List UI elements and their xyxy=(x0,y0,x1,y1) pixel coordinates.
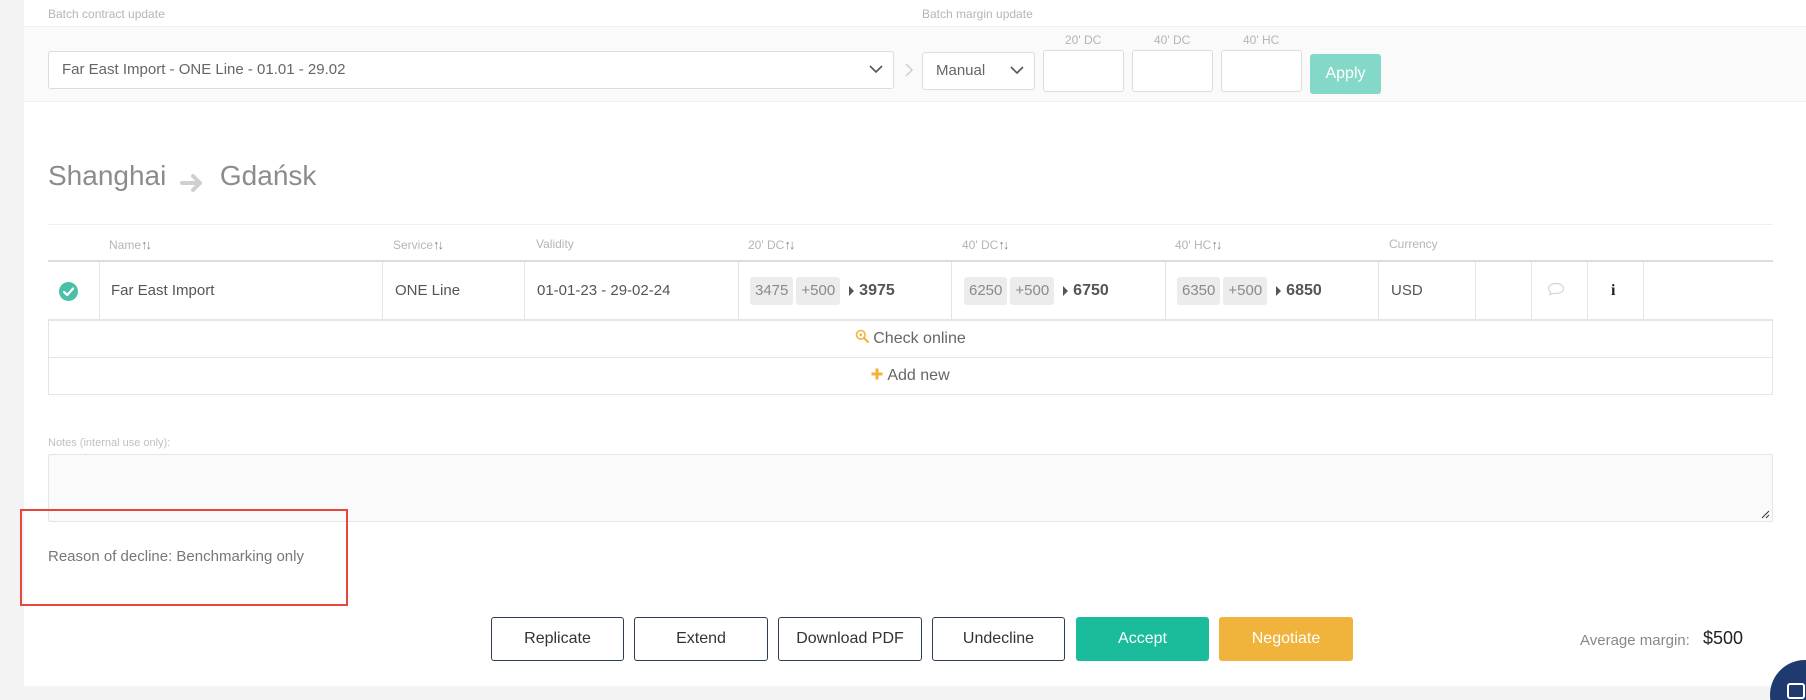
negotiate-button[interactable]: Negotiate xyxy=(1219,617,1353,661)
col-header-service[interactable]: Service↑↓ xyxy=(393,237,444,252)
route-origin: Shanghai xyxy=(48,160,167,191)
download-pdf-button[interactable]: Download PDF xyxy=(778,617,922,661)
check-circle-icon[interactable] xyxy=(59,282,78,301)
margin-chip[interactable]: +500 xyxy=(796,277,841,306)
col-header-validity: Validity xyxy=(536,237,574,251)
row-validity: 01-01-23 - 29-02-24 xyxy=(537,282,671,299)
chat-icon xyxy=(1787,683,1805,699)
check-online-row[interactable]: Check online xyxy=(48,320,1773,358)
row-rate-40hc: 6350 +500 6850 xyxy=(1177,262,1322,320)
row-rate-20dc: 3475 +500 3975 xyxy=(750,262,895,320)
total-rate: 6850 xyxy=(1286,282,1322,300)
info-icon[interactable]: i xyxy=(1611,262,1615,320)
comment-icon[interactable] xyxy=(1547,282,1565,300)
row-rate-40dc: 6250 +500 6750 xyxy=(964,262,1109,320)
table-row: Far East Import ONE Line 01-01-23 - 29-0… xyxy=(48,262,1773,320)
average-margin-value: $500 xyxy=(1703,628,1744,648)
resize-handle-icon[interactable] xyxy=(1760,509,1770,519)
triangle-right-icon xyxy=(849,286,855,297)
col-header-currency: Currency xyxy=(1389,237,1438,251)
sort-icon: ↑↓ xyxy=(141,237,152,252)
margin-input-40dc[interactable] xyxy=(1132,50,1213,92)
undecline-button[interactable]: Undecline xyxy=(932,617,1065,661)
sort-icon: ↑↓ xyxy=(1211,237,1222,252)
triangle-right-icon xyxy=(1276,286,1282,297)
margin-chip[interactable]: +500 xyxy=(1223,277,1268,306)
route-destination: Gdańsk xyxy=(219,160,317,191)
contract-select-value: Far East Import - ONE Line - 01.01 - 29.… xyxy=(62,61,346,78)
margin-mode-value: Manual xyxy=(936,62,986,79)
plus-icon xyxy=(871,358,883,394)
contract-select[interactable]: Far East Import - ONE Line - 01.01 - 29.… xyxy=(48,51,894,89)
col-header-20dc[interactable]: 20' DC↑↓ xyxy=(748,237,795,252)
batch-col-label-40dc: 40' DC xyxy=(1154,33,1191,47)
check-online-label: Check online xyxy=(873,330,966,348)
accept-button[interactable]: Accept xyxy=(1076,617,1209,661)
batch-margin-label: Batch margin update xyxy=(922,7,1033,21)
triangle-right-icon xyxy=(1063,286,1069,297)
margin-chip[interactable]: +500 xyxy=(1010,277,1055,306)
add-new-row[interactable]: Add new xyxy=(48,357,1773,395)
replicate-button[interactable]: Replicate xyxy=(491,617,624,661)
sort-icon: ↑↓ xyxy=(433,237,444,252)
apply-button[interactable]: Apply xyxy=(1310,54,1381,94)
margin-input-40hc[interactable] xyxy=(1221,50,1302,92)
total-rate: 6750 xyxy=(1073,282,1109,300)
batch-col-label-20dc: 20' DC xyxy=(1065,33,1102,47)
search-icon xyxy=(855,321,870,357)
batch-col-label-40hc: 40' HC xyxy=(1243,33,1280,47)
col-header-40dc[interactable]: 40' DC↑↓ xyxy=(962,237,1009,252)
total-rate: 3975 xyxy=(859,282,895,300)
decline-reason: Reason of decline: Benchmarking only xyxy=(48,548,304,565)
base-rate-chip: 3475 xyxy=(750,277,794,306)
col-header-40hc[interactable]: 40' HC↑↓ xyxy=(1175,237,1222,252)
extend-button[interactable]: Extend xyxy=(634,617,768,661)
arrow-right-icon xyxy=(178,168,208,192)
route-title: Shanghai Gdańsk xyxy=(48,160,316,192)
chevron-right-icon xyxy=(904,58,914,87)
margin-input-20dc[interactable] xyxy=(1043,50,1124,92)
sort-icon: ↑↓ xyxy=(998,237,1009,252)
sort-icon: ↑↓ xyxy=(784,237,795,252)
chevron-down-icon xyxy=(1010,53,1024,89)
row-name: Far East Import xyxy=(111,282,215,299)
col-header-name[interactable]: Name↑↓ xyxy=(109,237,152,252)
notes-label: Notes (internal use only): xyxy=(48,437,171,449)
average-margin-label: Average margin: xyxy=(1580,632,1690,649)
row-service: ONE Line xyxy=(395,282,461,299)
base-rate-chip: 6250 xyxy=(964,277,1008,306)
table-header: Name↑↓ Service↑↓ Validity 20' DC↑↓ 40' D… xyxy=(48,224,1773,262)
base-rate-chip: 6350 xyxy=(1177,277,1221,306)
margin-mode-select[interactable]: Manual xyxy=(922,52,1035,90)
batch-contract-label: Batch contract update xyxy=(48,7,165,21)
row-currency: USD xyxy=(1391,282,1423,299)
rates-table: Name↑↓ Service↑↓ Validity 20' DC↑↓ 40' D… xyxy=(48,224,1773,320)
add-new-label: Add new xyxy=(887,367,950,385)
chevron-down-icon xyxy=(869,52,883,88)
